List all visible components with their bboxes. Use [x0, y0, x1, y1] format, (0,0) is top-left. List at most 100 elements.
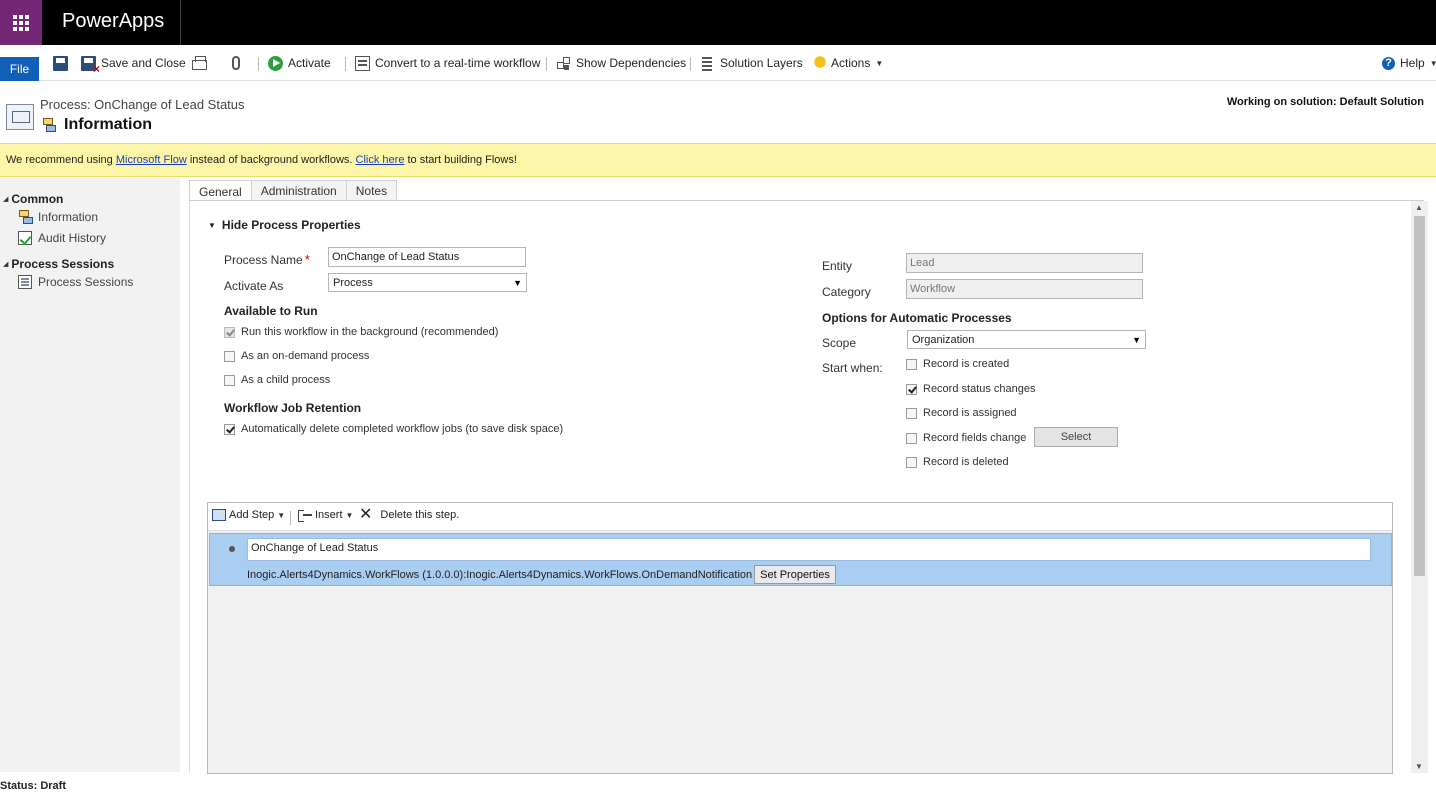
on-demand-checkbox[interactable] [224, 350, 235, 362]
scrollbar-thumb[interactable] [1414, 216, 1425, 576]
record-fields-checkbox[interactable] [906, 432, 917, 444]
help-label: Help [1400, 56, 1425, 70]
insert-button[interactable]: Insert ▼ [298, 509, 354, 522]
show-dependencies-button[interactable]: Show Dependencies [556, 53, 686, 73]
collapse-triangle-icon: ◢ [3, 196, 9, 203]
left-navigation: ◢ Common Information Audit History ◢ Pro… [0, 178, 180, 772]
solution-label: Working on solution: Default Solution [1226, 96, 1424, 108]
category-field: Workflow [906, 279, 1143, 299]
entity-label: Entity [822, 259, 853, 273]
nav-group-process-sessions[interactable]: ◢ Process Sessions [3, 257, 114, 271]
nav-group-common[interactable]: ◢ Common [3, 192, 63, 206]
record-created-option: Record is created [906, 358, 1009, 370]
attach-button[interactable] [232, 53, 240, 73]
scroll-up-arrow-icon[interactable]: ▲ [1415, 203, 1423, 212]
step-name-input[interactable]: OnChange of Lead Status [247, 538, 1371, 561]
chevron-down-icon: ▼ [345, 510, 354, 520]
activate-label: Activate [288, 56, 331, 70]
record-fields-label: Record fields change [923, 432, 1027, 444]
workflow-icon [41, 118, 56, 132]
activate-button[interactable]: Activate [268, 53, 331, 73]
child-process-checkbox[interactable] [224, 374, 235, 386]
app-launcher-button[interactable] [0, 0, 42, 45]
layers-icon [700, 56, 715, 71]
solution-layers-button[interactable]: Solution Layers [700, 53, 803, 73]
run-background-option: Run this workflow in the background (rec… [224, 326, 498, 338]
chevron-down-icon: ▼ [1429, 58, 1436, 68]
scope-select[interactable]: Organization ▼ [907, 330, 1146, 349]
app-name[interactable]: PowerApps [62, 10, 164, 33]
nav-item-label: Information [38, 210, 99, 224]
nav-item-audit-history[interactable]: Audit History [18, 231, 106, 245]
child-process-option: As a child process [224, 374, 330, 386]
convert-realtime-button[interactable]: Convert to a real-time workflow [355, 53, 540, 73]
available-to-run-heading: Available to Run [224, 304, 318, 318]
save-close-button[interactable]: Save and Close [81, 53, 186, 76]
form-tabs: General Administration Notes [189, 180, 398, 202]
microsoft-flow-link[interactable]: Microsoft Flow [116, 154, 187, 166]
file-button[interactable]: File [0, 57, 39, 81]
nav-item-process-sessions[interactable]: Process Sessions [18, 275, 133, 289]
expand-triangle-icon: ▼ [208, 220, 216, 230]
command-separator [258, 57, 259, 71]
auto-delete-checkbox[interactable] [224, 423, 235, 435]
actions-label: Actions [831, 56, 871, 70]
nav-item-label: Audit History [38, 231, 107, 245]
hide-process-properties-toggle[interactable]: ▼ Hide Process Properties [208, 218, 361, 232]
workflow-icon [18, 210, 33, 224]
paperclip-icon [232, 56, 240, 70]
form-title[interactable]: Information [64, 116, 152, 134]
category-label: Category [822, 285, 871, 299]
save-button[interactable] [53, 53, 68, 73]
steps-toolbar: Add Step ▼ Insert ▼ ✕ Delete this step. [208, 503, 1392, 531]
required-asterisk: * [304, 252, 310, 267]
section-toggle-label: Hide Process Properties [221, 218, 361, 232]
record-status-checkbox[interactable] [906, 383, 917, 395]
help-menu-button[interactable]: ? Help ▼ [1382, 53, 1436, 73]
record-status-option: Record status changes [906, 383, 1036, 395]
command-separator [690, 57, 691, 71]
nav-group-label: Process Sessions [11, 257, 115, 271]
vertical-scrollbar[interactable]: ▲ ▼ [1411, 201, 1428, 773]
process-entity-icon [6, 104, 34, 130]
set-properties-button[interactable]: Set Properties [754, 565, 836, 584]
tab-notes[interactable]: Notes [345, 180, 398, 201]
actions-menu-button[interactable]: Actions ▼ [811, 53, 883, 73]
record-deleted-label: Record is deleted [923, 456, 1009, 468]
scope-value: Organization [912, 333, 975, 346]
actions-icon [811, 55, 826, 71]
waffle-icon [13, 14, 29, 31]
workflow-step-row[interactable]: OnChange of Lead Status Inogic.Alerts4Dy… [209, 533, 1392, 586]
print-button[interactable] [192, 53, 207, 73]
run-background-checkbox[interactable] [224, 326, 235, 338]
chevron-down-icon: ▼ [277, 510, 286, 520]
select-fields-button[interactable]: Select [1034, 427, 1118, 447]
notice-suffix: to start building Flows! [404, 154, 517, 166]
process-name-label: Process Name * [224, 252, 310, 267]
auto-delete-label: Automatically delete completed workflow … [241, 423, 564, 435]
process-sessions-icon [18, 275, 32, 289]
scroll-down-arrow-icon[interactable]: ▼ [1415, 762, 1423, 771]
click-here-link[interactable]: Click here [356, 154, 405, 166]
add-step-button[interactable]: Add Step ▼ [212, 509, 285, 521]
command-separator [546, 57, 547, 71]
auto-delete-option: Automatically delete completed workflow … [224, 423, 563, 435]
job-retention-heading: Workflow Job Retention [224, 401, 362, 415]
flow-recommendation-banner: We recommend using Microsoft Flow instea… [0, 143, 1436, 177]
tab-general[interactable]: General [189, 180, 252, 202]
nav-item-label: Process Sessions [38, 275, 134, 289]
add-step-icon [212, 509, 226, 521]
nav-item-information[interactable]: Information [18, 210, 98, 224]
activate-as-label: Activate As [224, 279, 284, 293]
record-deleted-checkbox[interactable] [906, 456, 917, 468]
process-name-input[interactable]: OnChange of Lead Status [328, 247, 526, 267]
dependencies-icon [556, 56, 571, 71]
delete-step-button[interactable]: ✕ Delete this step. [359, 507, 459, 523]
command-separator [345, 57, 346, 71]
record-assigned-checkbox[interactable] [906, 407, 917, 419]
record-created-checkbox[interactable] [906, 358, 917, 370]
tab-administration[interactable]: Administration [250, 180, 347, 201]
record-fields-option: Record fields change [906, 432, 1026, 444]
activate-as-select[interactable]: Process ▼ [328, 273, 527, 292]
command-bar: File Save and Close Activate Convert to … [0, 45, 1436, 81]
